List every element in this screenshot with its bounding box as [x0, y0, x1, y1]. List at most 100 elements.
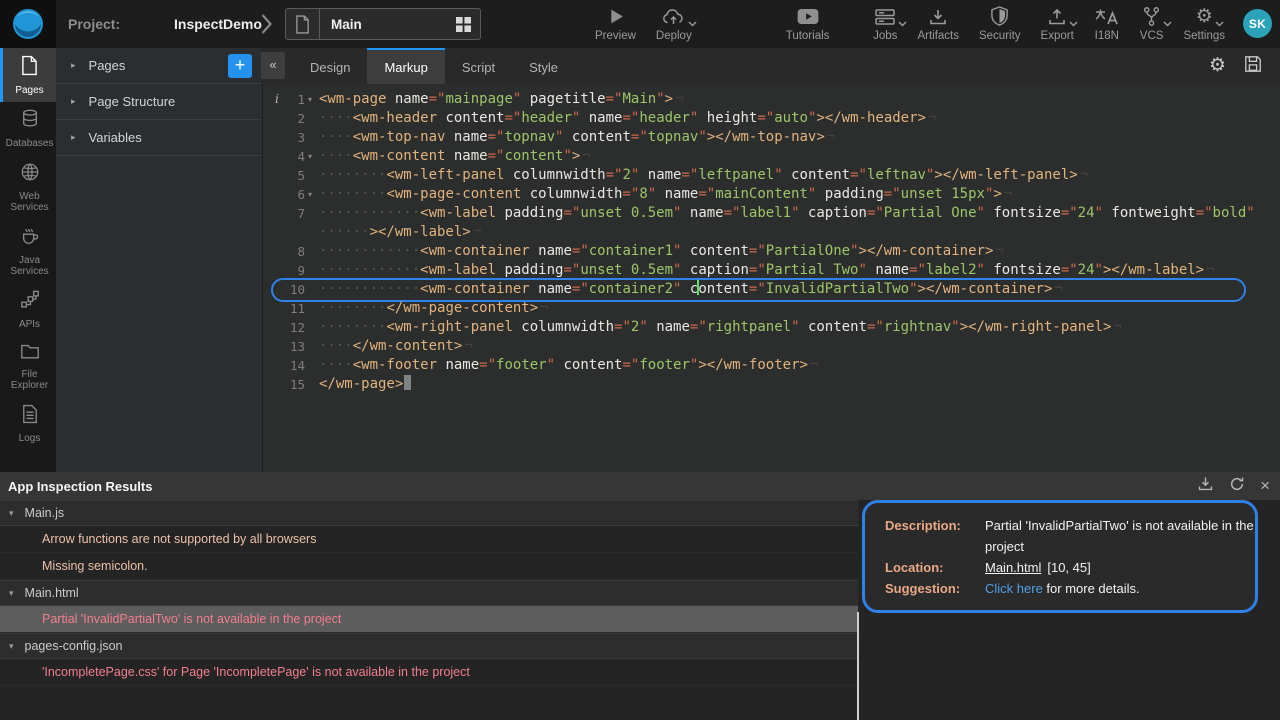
avatar[interactable]: SK	[1243, 9, 1272, 38]
indent-guides: ············	[319, 281, 420, 297]
token: pagetitle	[521, 91, 605, 107]
tab-design[interactable]: Design	[293, 48, 367, 84]
code-line[interactable]: 11········</wm-page-content>¬	[263, 299, 1280, 318]
code-line[interactable]: 1▾<wm-page name="mainpage" pagetitle="Ma…	[263, 90, 1280, 109]
close-icon[interactable]: ×	[1260, 478, 1270, 494]
markup-settings-gear-icon[interactable]: ⚙	[1209, 56, 1226, 76]
code-line[interactable]: 15</wm-page>	[263, 375, 1280, 394]
fold-spacer	[305, 299, 319, 318]
token: ="	[850, 167, 867, 183]
save-icon[interactable]	[1244, 55, 1262, 78]
line-number: 2	[263, 109, 305, 128]
line-number: 9	[263, 261, 305, 280]
eol-marker: ¬	[928, 110, 936, 126]
artifacts-label: Artifacts	[917, 30, 959, 42]
pane-divider[interactable]	[857, 612, 859, 720]
code-line[interactable]: 7············<wm-label padding="unset 0.…	[263, 204, 1280, 223]
inspection-result-item[interactable]: 'IncompletePage.css' for Page 'Incomplet…	[0, 659, 858, 686]
page-selector[interactable]: Main	[285, 8, 481, 40]
fold-spacer	[305, 337, 319, 356]
token: name	[530, 243, 572, 259]
inspection-result-item[interactable]: Missing semicolon.	[0, 553, 858, 580]
code-text: ········<wm-page-content columnwidth="8"…	[319, 185, 1280, 204]
tab-markup[interactable]: Markup	[367, 48, 444, 84]
log-icon	[22, 404, 38, 429]
refresh-icon[interactable]	[1229, 476, 1245, 497]
vcs-button[interactable]: VCS	[1130, 0, 1174, 48]
collapse-panel-button[interactable]: «	[261, 52, 285, 79]
code-line[interactable]: 4▾····<wm-content name="content">¬	[263, 147, 1280, 166]
editor-tabs: DesignMarkupScriptStyle	[293, 48, 575, 84]
code-line[interactable]: 8············<wm-container name="contain…	[263, 242, 1280, 261]
deploy-button[interactable]: Deploy	[646, 0, 702, 48]
token: ></wm-right-panel>	[960, 319, 1112, 335]
app-inspection-panel: App Inspection Results × ▾Main.jsArrow f…	[0, 472, 1280, 720]
code-line[interactable]: 6▾········<wm-page-content columnwidth="…	[263, 185, 1280, 204]
page-selector-value[interactable]: Main	[320, 9, 446, 39]
result-group-main-html[interactable]: ▾Main.html	[0, 580, 858, 606]
markup-code-editor[interactable]: i 1▾<wm-page name="mainpage" pagetitle="…	[263, 84, 1280, 394]
export-button[interactable]: Export	[1031, 0, 1084, 48]
panel-section-page-structure[interactable]: ▸Page Structure	[56, 84, 262, 120]
token: footer	[639, 357, 690, 373]
token: <wm-label	[420, 205, 496, 221]
code-line[interactable]: 2 ····<wm-header content="header" name="h…	[263, 109, 1280, 128]
sidebar-item-databases[interactable]: Databases	[0, 102, 56, 155]
panel-section-variables[interactable]: ▸Variables	[56, 120, 262, 156]
artifacts-button[interactable]: Artifacts	[907, 0, 969, 48]
code-line[interactable]: 3····<wm-top-nav name="topnav" content="…	[263, 128, 1280, 147]
download-icon[interactable]	[1197, 475, 1214, 497]
tutorials-button[interactable]: Tutorials	[776, 0, 840, 48]
sidebar-item-pages[interactable]: Pages	[0, 48, 56, 102]
location-file-link[interactable]: Main.html	[985, 560, 1041, 575]
code-line[interactable]: 13····</wm-content>¬	[263, 337, 1280, 356]
code-text: ········<wm-right-panel columnwidth="2" …	[319, 318, 1280, 337]
panel-section-pages[interactable]: ▸Pages+	[56, 48, 262, 84]
token: name	[867, 262, 909, 278]
tab-style[interactable]: Style	[512, 48, 575, 84]
sidebar-item-logs[interactable]: Logs	[0, 397, 56, 450]
suggestion-text: for more details.	[1043, 581, 1140, 596]
security-button[interactable]: Security	[969, 0, 1031, 48]
fold-toggle-icon[interactable]: ▾	[305, 147, 319, 166]
sidebar-item-java-services[interactable]: Java Services	[0, 219, 56, 283]
inspection-result-item[interactable]: Partial 'InvalidPartialTwo' is not avail…	[0, 606, 858, 633]
sidebar-item-web-services[interactable]: Web Services	[0, 155, 56, 219]
code-line[interactable]: 9············<wm-label padding="unset 0.…	[263, 261, 1280, 280]
tab-script[interactable]: Script	[445, 48, 512, 84]
inspection-result-item[interactable]: Arrow functions are not supported by all…	[0, 526, 858, 553]
error-details-popup: Description: Partial 'InvalidPartialTwo'…	[862, 500, 1258, 613]
token: container1	[589, 243, 673, 259]
preview-button[interactable]: Preview	[585, 0, 646, 48]
grid-icon[interactable]	[446, 9, 480, 39]
wavemaker-logo[interactable]	[0, 0, 56, 48]
settings-button[interactable]: ⚙Settings	[1173, 0, 1235, 48]
code-line-highlighted[interactable]: 10············<wm-container name="contai…	[263, 280, 1280, 299]
code-line[interactable]: 5········<wm-left-panel columnwidth="2" …	[263, 166, 1280, 185]
i18n-button[interactable]: I18N	[1084, 0, 1130, 48]
branch-icon	[1142, 5, 1161, 28]
token: fontweight	[1103, 205, 1196, 221]
token: name	[445, 129, 487, 145]
fold-toggle-icon[interactable]: ▾	[305, 185, 319, 204]
result-group-main-js[interactable]: ▾Main.js	[0, 500, 858, 526]
token: "	[791, 205, 799, 221]
result-group-pages-config-json[interactable]: ▾pages-config.json	[0, 633, 858, 659]
click-here-link[interactable]: Click here	[985, 581, 1043, 596]
code-line[interactable]: 12········<wm-right-panel columnwidth="2…	[263, 318, 1280, 337]
jobs-button[interactable]: Jobs	[863, 0, 907, 48]
eol-marker: ¬	[464, 338, 472, 354]
code-text: ····<wm-header content="header" name="he…	[319, 109, 1280, 128]
sidebar-item-apis[interactable]: APIs	[0, 283, 56, 336]
sidebar-item-label: Java Services	[3, 255, 56, 277]
left-panel: ▸Pages+▸Page Structure▸Variables	[56, 48, 262, 472]
token: <wm-left-panel	[386, 167, 504, 183]
indent-guides: ········	[319, 300, 386, 316]
eol-marker: ¬	[1004, 186, 1012, 202]
i18n-label: I18N	[1095, 30, 1119, 42]
code-line[interactable]: 14····<wm-footer name="footer" content="…	[263, 356, 1280, 375]
code-line[interactable]: ······></wm-label>¬	[263, 223, 1280, 242]
fold-toggle-icon[interactable]: ▾	[305, 90, 319, 109]
sidebar-item-file-explorer[interactable]: File Explorer	[0, 336, 56, 397]
add-page-button[interactable]: +	[228, 54, 252, 78]
